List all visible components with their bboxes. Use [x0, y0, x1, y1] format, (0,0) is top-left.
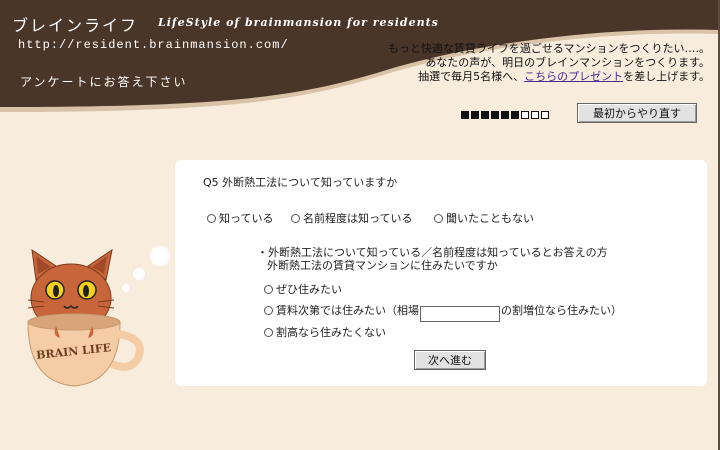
option-want-to-live-label: ぜひ住みたい: [276, 283, 342, 296]
cat-mascot: BRAIN LIFE: [27, 246, 170, 387]
option-name-only-label: 名前程度は知っている: [303, 212, 413, 225]
intro-line-1: もっと快適な賃貸ライフを過ごせるマンションをつくりたい….。: [387, 42, 710, 55]
site-url: http://resident.brainmansion.com/: [18, 38, 289, 52]
question-text: Q5 外断熱工法について知っていますか: [203, 176, 398, 189]
progress-step: [471, 111, 479, 119]
option-not-if-expensive-label: 割高なら住みたくない: [276, 326, 386, 339]
radio-depends-on-rent[interactable]: [264, 306, 273, 315]
option-never-heard-label: 聞いたこともない: [446, 212, 534, 225]
intro-line-3: 抽選で毎月5名様へ、こちらのプレゼントを差し上げます。: [388, 70, 710, 84]
radio-never-heard[interactable]: [434, 214, 443, 223]
progress-indicator: [461, 111, 549, 119]
progress-step: [531, 111, 539, 119]
progress-step: [491, 111, 499, 119]
option-depends-on-rent[interactable]: 賃料次第では住みたい（相場 の割増位なら住みたい）: [264, 302, 622, 322]
option-know-label: 知っている: [219, 212, 274, 225]
next-button[interactable]: 次へ進む: [414, 350, 486, 370]
progress-step: [461, 111, 469, 119]
intro-line-3-prefix: 抽選で毎月5名様へ、: [418, 70, 525, 83]
radio-want-to-live[interactable]: [264, 285, 273, 294]
page-heading: アンケートにお答え下さい: [20, 75, 188, 89]
site-name: ブレインライフ: [12, 16, 139, 35]
followup-question: ・外断熱工法について知っている／名前程度は知っているとお答えの方 外断熱工法の賃…: [257, 246, 608, 272]
option-depends-suffix: の割増位なら住みたい）: [501, 304, 622, 317]
intro-line-2: あなたの声が、明日のブレインマンションをつくります。: [425, 56, 710, 69]
thought-bubble-medium: [133, 268, 145, 280]
followup-line-2: 外断熱工法の賃貸マンションに住みたいですか: [267, 259, 498, 272]
option-want-to-live[interactable]: ぜひ住みたい: [264, 281, 342, 297]
option-depends-prefix: 賃料次第では住みたい（相場: [276, 304, 419, 317]
option-never-heard[interactable]: 聞いたこともない: [434, 210, 534, 226]
present-link[interactable]: こちらのプレゼント: [524, 70, 623, 83]
option-name-only[interactable]: 名前程度は知っている: [291, 210, 412, 226]
radio-know[interactable]: [207, 214, 216, 223]
progress-step: [501, 111, 509, 119]
followup-line-1: ・外断熱工法について知っている／名前程度は知っているとお答えの方: [257, 246, 608, 259]
premium-input[interactable]: [420, 305, 500, 322]
radio-not-if-expensive[interactable]: [264, 328, 273, 337]
restart-button[interactable]: 最初からやり直す: [577, 103, 697, 123]
thought-bubble-small: [122, 284, 130, 292]
option-know[interactable]: 知っている: [207, 210, 273, 226]
progress-step: [511, 111, 519, 119]
progress-step: [481, 111, 489, 119]
progress-step: [541, 111, 549, 119]
survey-panel: Q5 外断熱工法について知っていますか 知っている 名前程度は知っている 聞いた…: [175, 160, 707, 386]
radio-name-only[interactable]: [291, 214, 300, 223]
progress-step: [521, 111, 529, 119]
thought-bubble-large: [150, 246, 170, 266]
site-tagline: LifeStyle of brainmansion for residents: [158, 16, 439, 29]
intro-line-3-suffix: を差し上げます。: [623, 70, 710, 83]
intro-text: もっと快適な賃貸ライフを過ごせるマンションをつくりたい….。 あなたの声が、明日…: [388, 42, 710, 84]
option-not-if-expensive[interactable]: 割高なら住みたくない: [264, 324, 386, 340]
